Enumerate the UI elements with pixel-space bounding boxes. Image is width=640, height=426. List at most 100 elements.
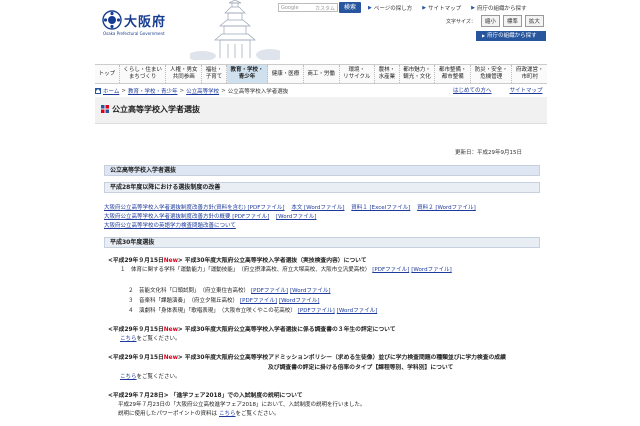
pdf-link[interactable]: [PDFファイル] xyxy=(372,267,409,273)
entry-1-line-2: ２ 芸能文化科「口頭試問」 （府立東住吉高校） [PDFファイル] [Wordファイ… xyxy=(128,288,331,294)
h28-policy-pdf-link[interactable]: 大阪府公立高等学校入学者選抜制度改善方針(資料を含む) [PDFファイル] xyxy=(104,205,285,211)
h28-doc2-word-link[interactable]: 資料２ [Wordファイル] xyxy=(417,205,476,211)
logo-subtitle: Osaka Prefectural Government xyxy=(103,31,165,36)
entry-3-here-link[interactable]: こちら xyxy=(120,374,137,380)
nav-item-agriculture[interactable]: 農林・ 水産業 xyxy=(375,65,400,83)
text-size-control: 文字サイズ： 縮小 標準 拡大 xyxy=(446,15,544,27)
nav-item-culture[interactable]: 都市魅力・ 観光・文化 xyxy=(400,65,436,83)
h28-summary-word-link[interactable]: [Wordファイル] xyxy=(276,214,316,220)
entry-4-here-link[interactable]: こちら xyxy=(219,411,236,417)
entry-4-title: > 「進学フェア2018」での入試制度の説明について xyxy=(163,393,303,399)
arrow-right-icon: ▶ xyxy=(422,5,427,11)
word-link[interactable]: [Wordファイル] xyxy=(337,308,377,314)
h28-english-exam-link[interactable]: 大阪府公立高等学校の英語学力検査問題改善について xyxy=(104,223,236,229)
osaka-emblem-icon xyxy=(102,10,122,30)
updated-date: 更新日：平成29年9月15日 xyxy=(455,150,522,156)
nav-item-health[interactable]: 健康・医療 xyxy=(268,65,304,83)
entry-3-heading-cont: 及び調査書の評定に掛ける倍率のタイプ【課程等別、学科別】について xyxy=(268,365,454,371)
entry-2-heading: <平成29年９月15日New> 平成30年度大阪府公立高等学校入学者選抜に係る調… xyxy=(108,324,396,333)
breadcrumb-right-links: はじめての方へ サイトマップ xyxy=(453,86,543,94)
pdf-link[interactable]: [PDFファイル] xyxy=(251,288,288,294)
entry-4-heading: <平成29年７月28日> 「進学フェア2018」での入試制度の説明について xyxy=(108,390,303,399)
entry-1-line-1: １ 体育に関する学科「運動能力」「運動技能」 （府立摂津高校、府立大塚高校、大阪… xyxy=(120,267,452,273)
organization-button[interactable]: ▶ 府庁の組織から探す xyxy=(476,31,546,41)
arrow-right-icon: ▶ xyxy=(471,5,475,11)
text-size-large-button[interactable]: 拡大 xyxy=(524,15,544,27)
word-link[interactable]: [Wordファイル] xyxy=(279,298,319,304)
nav-item-administration[interactable]: 府政運営・ 市町村 xyxy=(512,65,547,83)
breadcrumb-education[interactable]: 教育・学校・青少年 xyxy=(128,87,178,95)
entry-2-line-1: こちらをご覧ください。 xyxy=(120,336,181,342)
breadcrumb-public-high-school[interactable]: 公立高等学校 xyxy=(186,87,219,95)
new-badge: New xyxy=(163,327,178,333)
nav-item-education[interactable]: 教育・学校・ 青少年 xyxy=(226,65,269,83)
new-badge: New xyxy=(163,258,178,264)
word-link[interactable]: [Wordファイル] xyxy=(290,288,330,294)
entry-3-title: > 平成30年度大阪府公立高等学校アドミッションポリシー（求める生徒像）並びに学… xyxy=(177,355,506,361)
breadcrumb-separator: > xyxy=(179,87,185,94)
entry-1-heading: <平成29年９月15日New> 平成30年度大阪府公立高等学校入学者選抜（実技検… xyxy=(108,255,367,264)
h28-summary-pdf-link[interactable]: 大阪府公立高等学校入学者選抜制度改善方針の概要 [PDFファイル] xyxy=(104,214,269,220)
breadcrumb-current: 公立高等学校入学者選抜 xyxy=(227,88,289,95)
entry-2-here-link[interactable]: こちら xyxy=(120,336,137,342)
entry-2-title: > 平成30年度大阪府公立高等学校入学者選抜に係る調査書の３年生の評定について xyxy=(177,327,396,333)
page-title-bar: 公立高等学校入学者選抜 xyxy=(95,97,547,124)
global-nav: トップ くらし・住まい まちづくり 人権・男女 共同参画 福祉・ 子育て 教育・… xyxy=(95,64,547,84)
nav-item-welfare[interactable]: 福祉・ 子育て xyxy=(202,65,227,83)
nav-item-commerce[interactable]: 商工・労働 xyxy=(304,65,340,83)
entry-1-line-3: ３ 音楽科「課題演奏」 （府立夕陽丘高校） [PDFファイル] [Wordファイル] xyxy=(128,298,320,304)
search-placeholder: Google xyxy=(281,5,299,11)
util-link-how-to-find[interactable]: ▶ ページの探し方 xyxy=(368,4,412,12)
entry-4-date: <平成29年７月28日 xyxy=(108,393,164,399)
nav-item-urban[interactable]: 都市整備・ 都市整備 xyxy=(435,65,472,83)
site-header: 大阪府 Osaka Prefectural Government Google … xyxy=(0,0,640,60)
title-squares-icon xyxy=(101,105,109,113)
nav-item-living[interactable]: くらし・住まい まちづくり xyxy=(120,65,167,83)
util-link-organization[interactable]: ▶ 府庁の組織から探す xyxy=(471,4,526,12)
nav-item-safety[interactable]: 防災・安全・ 危機管理 xyxy=(471,65,513,83)
entry-4-line-2: 説明に使用したパワーポイントの資料は こちらをご覧ください。 xyxy=(118,411,280,417)
word-link[interactable]: [Wordファイル] xyxy=(411,267,451,273)
nav-item-human-rights[interactable]: 人権・男女 共同参画 xyxy=(166,65,203,83)
arrow-right-icon: ▶ xyxy=(482,33,486,38)
h28-doc1-excel-link[interactable]: 資料１ [Excelファイル] xyxy=(351,205,410,211)
text-size-small-button[interactable]: 縮小 xyxy=(480,15,500,27)
entry-1-date: <平成29年９月15日 xyxy=(108,258,164,264)
pdf-link[interactable]: [PDFファイル] xyxy=(240,298,277,304)
nav-item-environment[interactable]: 環境・ リサイクル xyxy=(340,65,375,83)
entry-1-title: > 平成30年度大阪府公立高等学校入学者選抜（実技検査内容）について xyxy=(177,258,367,264)
utility-links: ▶ ページの探し方 ▶ サイトマップ ▶ 府庁の組織から探す xyxy=(368,4,527,12)
text-size-label: 文字サイズ： xyxy=(446,18,476,25)
section-h30-title: 平成30年度選抜 xyxy=(104,237,540,248)
h28-links-row-3: 大阪府公立高等学校の英語学力検査問題改善について xyxy=(104,221,241,229)
logo-text: 大阪府 xyxy=(124,15,167,30)
osaka-castle-illustration xyxy=(190,0,280,60)
entry-4-line-1: 平成29年７月23日の「大阪府公立高校進学フェア2018」において、入試制度の説… xyxy=(118,402,366,408)
first-visit-link[interactable]: はじめての方へ xyxy=(453,86,492,94)
nav-item-top[interactable]: トップ xyxy=(95,65,120,83)
h28-links-row-2: 大阪府公立高等学校入学者選抜制度改善方針の概要 [PDFファイル] [Wordフ… xyxy=(104,212,321,220)
breadcrumb-separator: > xyxy=(221,87,226,94)
text-size-normal-button[interactable]: 標準 xyxy=(502,15,522,27)
home-icon xyxy=(95,87,101,94)
h28-links-row-1: 大阪府公立高等学校入学者選抜制度改善方針(資料を含む) [PDFファイル] 本文… xyxy=(104,203,481,211)
site-logo[interactable]: 大阪府 Osaka Prefectural Government xyxy=(102,10,182,36)
sitemap-link[interactable]: サイトマップ xyxy=(510,86,543,94)
arrow-right-icon: ▶ xyxy=(368,5,372,11)
new-badge: New xyxy=(163,355,178,361)
search-button[interactable]: 検索 xyxy=(339,2,361,13)
search-hint: カスタム xyxy=(314,6,335,12)
page-title: 公立高等学校入学者選抜 xyxy=(112,105,200,114)
entry-2-date: <平成29年９月15日 xyxy=(108,327,164,333)
entry-3-line-1: こちらをご覧ください。 xyxy=(120,374,181,380)
util-link-sitemap[interactable]: ▶ サイトマップ xyxy=(422,4,461,12)
section-main-title: 公立高等学校入学者選抜 xyxy=(104,165,540,176)
pdf-link[interactable]: [PDFファイル] xyxy=(298,308,335,314)
breadcrumb-home[interactable]: ホーム xyxy=(103,87,119,95)
h28-body-word-link[interactable]: 本文 [Wordファイル] xyxy=(291,205,344,211)
entry-1-line-4: ４ 演劇科「身体表現」「歌唱表現」 （大阪市立咲くやこの花高校） [PDFファイル… xyxy=(128,308,378,314)
entry-3-heading: <平成29年９月15日New> 平成30年度大阪府公立高等学校アドミッションポリ… xyxy=(108,352,506,361)
breadcrumb-separator: > xyxy=(121,87,126,94)
section-h28-title: 平成28年度以降における選抜制度の改善 xyxy=(104,182,540,193)
search-input[interactable]: Google カスタム xyxy=(278,3,338,12)
